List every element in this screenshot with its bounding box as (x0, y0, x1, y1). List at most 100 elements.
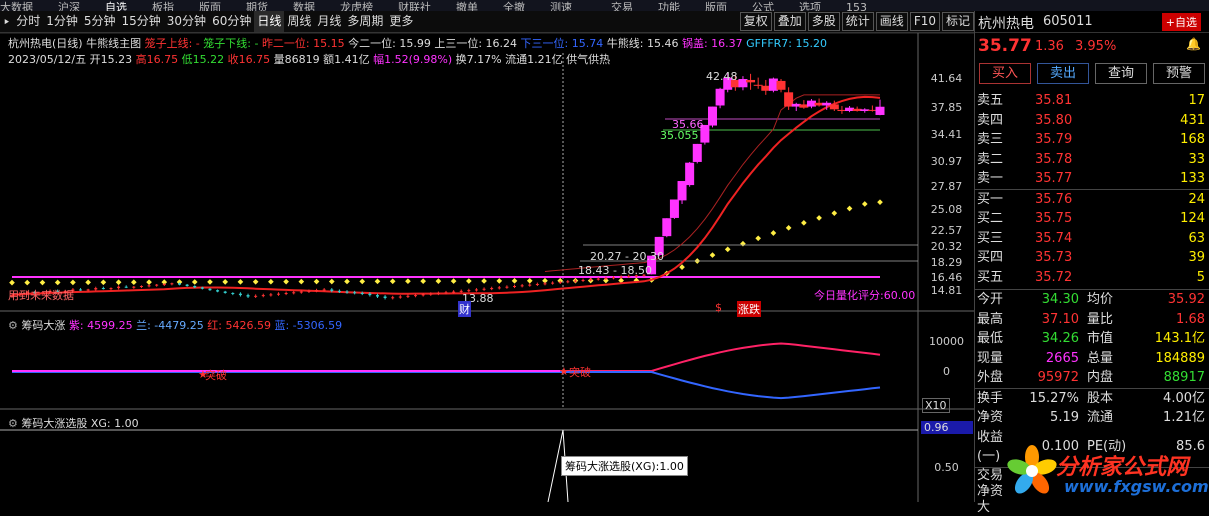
top-menu-2[interactable]: 自选 (105, 2, 127, 11)
top-menu-8[interactable]: 财联社 (398, 2, 431, 11)
sell-button[interactable]: 卖出 (1037, 63, 1089, 84)
candle-body (513, 286, 517, 288)
candle-body (669, 199, 679, 218)
sub2-settings-icon[interactable]: ⚙ (8, 417, 18, 430)
info-volume: 量86819 (273, 53, 320, 66)
period-menu-icon[interactable]: ⯈ (0, 13, 13, 34)
bid-row[interactable]: 买四 35.73 39 (975, 248, 1209, 268)
ask-row[interactable]: 卖三 35.79 168 (975, 130, 1209, 150)
ask-row[interactable]: 卖四 35.80 431 (975, 111, 1209, 131)
bid-row[interactable]: 买五 35.72 5 (975, 268, 1209, 288)
candle-body (353, 292, 357, 294)
level-label: 卖三 (977, 132, 1004, 147)
period-tab-3[interactable]: 15分钟 (119, 11, 164, 32)
candle-body (528, 284, 532, 286)
top-menu-1[interactable]: 沪深 (58, 2, 80, 11)
period-tab-10[interactable]: 更多 (386, 11, 416, 32)
bullbear-dot (755, 235, 762, 242)
ask-row[interactable]: 卖五 35.81 17 (975, 91, 1209, 111)
period-tab-6[interactable]: 日线 (254, 11, 285, 32)
candle-body (185, 284, 189, 287)
tool-button-6[interactable]: 标记 (941, 12, 974, 31)
candle-body (109, 288, 113, 290)
stat-cell: 外盘 (977, 370, 1004, 385)
info-y21: 昨二一位: 15.15 (261, 37, 345, 50)
top-menu-right-4[interactable]: 选项 (799, 2, 821, 11)
annot-range2: 18.43 - 18.50 (578, 264, 652, 277)
candle-body (566, 281, 570, 283)
period-tab-4[interactable]: 30分钟 (164, 11, 209, 32)
top-menu-7[interactable]: 龙虎榜 (340, 2, 373, 11)
period-tab-9[interactable]: 多周期 (344, 11, 386, 32)
alert-button[interactable]: 预警 (1153, 63, 1205, 84)
stat-cell: 均价 (1087, 292, 1114, 307)
top-menu-right-0[interactable]: 交易 (611, 2, 633, 11)
period-tab-1[interactable]: 1分钟 (43, 11, 81, 32)
candle-body (368, 293, 372, 296)
top-menu-6[interactable]: 数据 (293, 2, 315, 11)
period-tab-0[interactable]: 分时 (13, 11, 43, 32)
top-menu-0[interactable]: 大数据 (0, 2, 33, 11)
bullbear-dot (130, 279, 137, 286)
top-menu-right-2[interactable]: 版面 (705, 2, 727, 11)
bullbear-dot (374, 278, 381, 285)
candle-body (406, 295, 410, 297)
candle-body (581, 279, 585, 281)
stat-cell: 内盘 (1087, 370, 1114, 385)
query-button[interactable]: 查询 (1095, 63, 1147, 84)
bullbear-dot (831, 210, 838, 216)
annot-future-data: 用到未来数据 (8, 289, 74, 302)
candle-body (685, 162, 695, 186)
candle-body (662, 218, 672, 237)
bell-icon[interactable]: 🔔 (1186, 37, 1201, 51)
period-tab-5[interactable]: 60分钟 (209, 11, 254, 32)
bullbear-dot (115, 279, 122, 286)
x10-button[interactable]: X10 (922, 398, 950, 413)
bid-row[interactable]: 买三 35.74 63 (975, 229, 1209, 249)
top-menu-4[interactable]: 版面 (199, 2, 221, 11)
tool-button-4[interactable]: 画线 (875, 12, 908, 31)
stat-cell: 量比 (1087, 311, 1114, 327)
tool-button-5[interactable]: F10 (909, 12, 940, 31)
main-info-line-2: 2023/05/12/五 开15.23 高16.75 低15.22 收16.75… (8, 51, 610, 67)
stat-cell: 市值 (1087, 331, 1114, 346)
sub1-settings-icon[interactable]: ⚙ (8, 319, 18, 332)
top-menu-3[interactable]: 板指 (152, 2, 174, 11)
price-change: 1.36 (1035, 39, 1064, 54)
candle-body (429, 293, 433, 295)
period-tab-8[interactable]: 月线 (314, 11, 344, 32)
ask-row[interactable]: 卖一 35.77 133 (975, 169, 1209, 189)
period-tab-2[interactable]: 5分钟 (81, 11, 119, 32)
sub1-tupo-label-2: 突破 (569, 366, 591, 379)
bullbear-dot (268, 278, 274, 285)
top-menu-right-3[interactable]: 公式 (752, 2, 774, 11)
bid-row[interactable]: 买二 35.75 124 (975, 209, 1209, 229)
bullbear-dot (511, 278, 518, 284)
top-menu-9[interactable]: 撤单 (456, 2, 478, 11)
buy-button[interactable]: 买入 (979, 63, 1031, 84)
period-tab-7[interactable]: 周线 (284, 11, 314, 32)
tool-button-0[interactable]: 复权 (739, 12, 772, 31)
candle-body (94, 288, 98, 290)
candle-body (193, 286, 197, 288)
stat-cell: 35.92 (1167, 292, 1205, 307)
bid-row[interactable]: 买一 35.76 24 (975, 190, 1209, 210)
add-watchlist-button[interactable]: +自选 (1161, 13, 1201, 31)
top-menu-11[interactable]: 测速 (550, 2, 572, 11)
top-menu-5[interactable]: 期货 (246, 2, 268, 11)
sub1-tupo-label-1: 突破 (205, 369, 227, 382)
tool-button-3[interactable]: 统计 (841, 12, 874, 31)
tool-button-2[interactable]: 多股 (807, 12, 840, 31)
top-menu-right-1[interactable]: 功能 (658, 2, 680, 11)
candle-body (155, 284, 159, 286)
top-menu-right-5[interactable]: 153 (846, 2, 867, 11)
candle-body (246, 295, 250, 297)
top-menu-10[interactable]: 全撤 (503, 2, 525, 11)
tool-button-1[interactable]: 叠加 (773, 12, 806, 31)
candle-body (573, 280, 577, 282)
price-level-2: 34.41 (930, 128, 963, 141)
kline-chart-canvas[interactable]: ★ ★ (0, 33, 974, 502)
candle-body (875, 106, 885, 115)
ask-row[interactable]: 卖二 35.78 33 (975, 150, 1209, 170)
candle-body (117, 286, 121, 289)
